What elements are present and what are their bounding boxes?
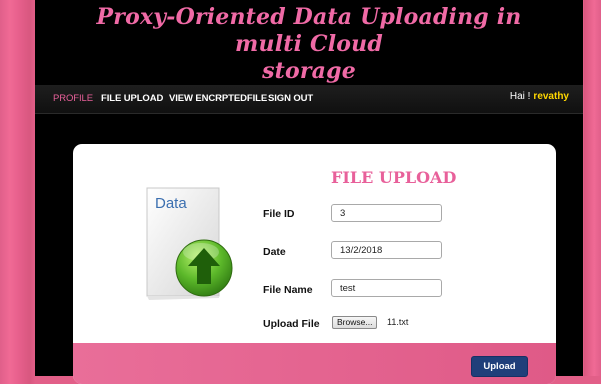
data-upload-icon: Data [146, 187, 233, 300]
upload-button[interactable]: Upload [471, 356, 528, 377]
page-right-border [584, 0, 601, 376]
form-title: FILE UPLOAD [331, 168, 457, 187]
browse-button[interactable]: Browse... [332, 316, 378, 329]
greeting-prefix: Hai ! [509, 91, 531, 102]
user-greeting: Hai ! revathy [510, 91, 569, 102]
date-input[interactable] [331, 241, 442, 259]
header-banner: Proxy-Oriented Data Uploading in multi C… [35, 0, 583, 85]
illustration-label: Data [155, 195, 187, 212]
site-title: Proxy-Oriented Data Uploading in multi C… [75, 4, 543, 85]
file-id-label: File ID [263, 208, 295, 220]
file-id-input[interactable] [331, 204, 442, 222]
nav-file-upload[interactable]: FILE UPLOAD [101, 93, 163, 104]
username: revathy [533, 91, 569, 102]
file-name-label: File Name [263, 284, 313, 296]
page-container: Proxy-Oriented Data Uploading in multi C… [35, 0, 583, 384]
upload-card: Data FILE UPLOAD File ID Date File Name … [73, 144, 556, 384]
date-label: Date [263, 246, 286, 258]
nav-sign-out[interactable]: SIGN OUT [268, 93, 313, 104]
file-name-input[interactable] [331, 279, 442, 297]
site-title-line1: Proxy-Oriented Data Uploading in multi C… [96, 4, 522, 57]
nav-profile[interactable]: PROFILE [53, 93, 93, 104]
main-navbar: PROFILE FILE UPLOAD VIEW ENCRPTEDFILE SI… [35, 85, 583, 114]
nav-view-encrypted-file[interactable]: VIEW ENCRPTEDFILE [169, 93, 267, 104]
site-title-line2: storage [262, 58, 356, 84]
selected-file-name: 11.txt [387, 317, 409, 327]
upload-file-label: Upload File [263, 318, 320, 330]
